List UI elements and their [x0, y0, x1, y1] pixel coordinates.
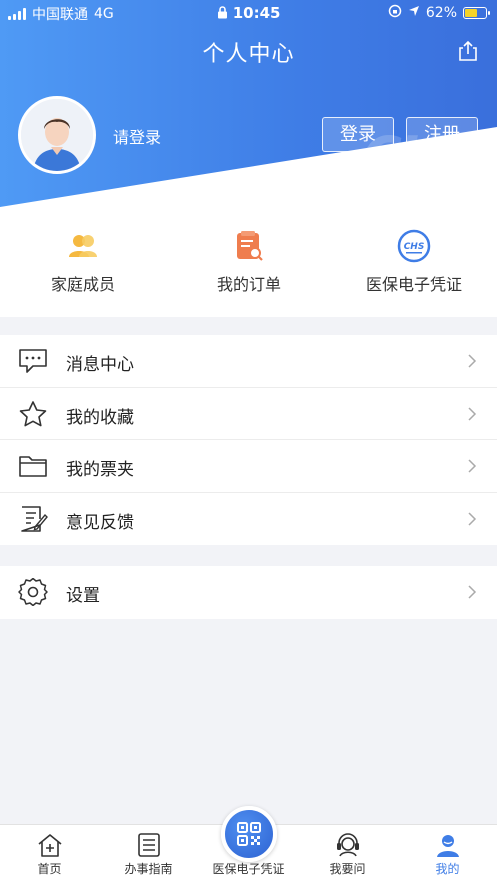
- qr-code-button[interactable]: [221, 806, 277, 862]
- menu-item-label: 设置: [66, 586, 100, 606]
- tab-ask[interactable]: 我要问: [298, 825, 397, 883]
- tab-label: 首页: [37, 862, 62, 876]
- battery-percent: 62%: [425, 5, 457, 21]
- settings-list: 设置: [0, 566, 497, 619]
- family-icon: [66, 229, 100, 263]
- feedback-icon: [18, 505, 48, 533]
- folder-icon: [18, 452, 48, 480]
- user-icon: [435, 832, 461, 858]
- quick-my-orders[interactable]: 我的订单: [166, 229, 332, 295]
- gear-icon: [18, 577, 48, 607]
- quick-actions: 家庭成员 我的订单 CHS 医保电子凭证: [0, 207, 497, 317]
- menu-item-label: 意见反馈: [66, 512, 134, 533]
- battery-icon: [463, 7, 490, 19]
- lock-icon: [217, 4, 233, 22]
- status-bar: 中国联通 4G 10:45 62%: [0, 0, 497, 26]
- menu-item-ticket-folder[interactable]: 我的票夹: [0, 440, 497, 493]
- chevron-right-icon: [467, 511, 477, 526]
- quick-label: 我的订单: [216, 275, 281, 294]
- page-title: 个人中心: [202, 42, 295, 67]
- guide-icon: [136, 832, 162, 858]
- tab-label: 我的: [435, 862, 460, 876]
- location-icon: [408, 5, 420, 21]
- menu-item-message-center[interactable]: 消息中心: [0, 335, 497, 388]
- menu-list: 消息中心 我的收藏 我的票夹 意见反馈: [0, 335, 497, 545]
- star-icon: [18, 400, 48, 428]
- chs-logo-icon: CHS: [397, 229, 431, 263]
- tab-home[interactable]: 首页: [0, 825, 99, 883]
- quick-label: 家庭成员: [50, 275, 115, 294]
- quick-medical-insurance-voucher[interactable]: CHS 医保电子凭证: [331, 229, 497, 295]
- clock: 10:45: [232, 4, 281, 22]
- tab-label: 医保电子凭证: [212, 862, 285, 876]
- tab-label: 我要问: [329, 862, 366, 876]
- quick-label: 医保电子凭证: [365, 275, 462, 294]
- avatar[interactable]: [18, 96, 96, 174]
- menu-item-label: 我的票夹: [66, 460, 134, 480]
- menu-item-feedback[interactable]: 意见反馈: [0, 493, 497, 546]
- tab-guide[interactable]: 办事指南: [99, 825, 198, 883]
- login-hint[interactable]: 请登录: [113, 124, 161, 148]
- chevron-right-icon: [467, 406, 477, 421]
- qr-code-icon: [237, 822, 261, 846]
- menu-item-favorites[interactable]: 我的收藏: [0, 388, 497, 440]
- menu-item-label: 消息中心: [66, 355, 134, 375]
- rotation-lock-icon: [388, 4, 402, 22]
- chevron-right-icon: [467, 458, 477, 473]
- profile-header: 中国联通 4G 10:45 62% 个人中心 CHS 请登录 登录 注册: [0, 0, 497, 207]
- share-icon[interactable]: [457, 40, 479, 62]
- svg-text:CHS: CHS: [404, 242, 425, 252]
- home-icon: [37, 832, 63, 858]
- tab-mine[interactable]: 我的: [398, 825, 497, 883]
- menu-item-settings[interactable]: 设置: [0, 566, 497, 619]
- message-icon: [18, 347, 48, 375]
- register-button[interactable]: 注册: [406, 117, 478, 152]
- order-icon: [232, 229, 266, 263]
- quick-family-members[interactable]: 家庭成员: [0, 229, 166, 295]
- chevron-right-icon: [467, 584, 477, 599]
- menu-item-label: 我的收藏: [66, 407, 134, 428]
- login-button[interactable]: 登录: [322, 117, 394, 152]
- headset-icon: [335, 832, 361, 858]
- tab-label: 办事指南: [124, 862, 173, 876]
- chevron-right-icon: [467, 353, 477, 368]
